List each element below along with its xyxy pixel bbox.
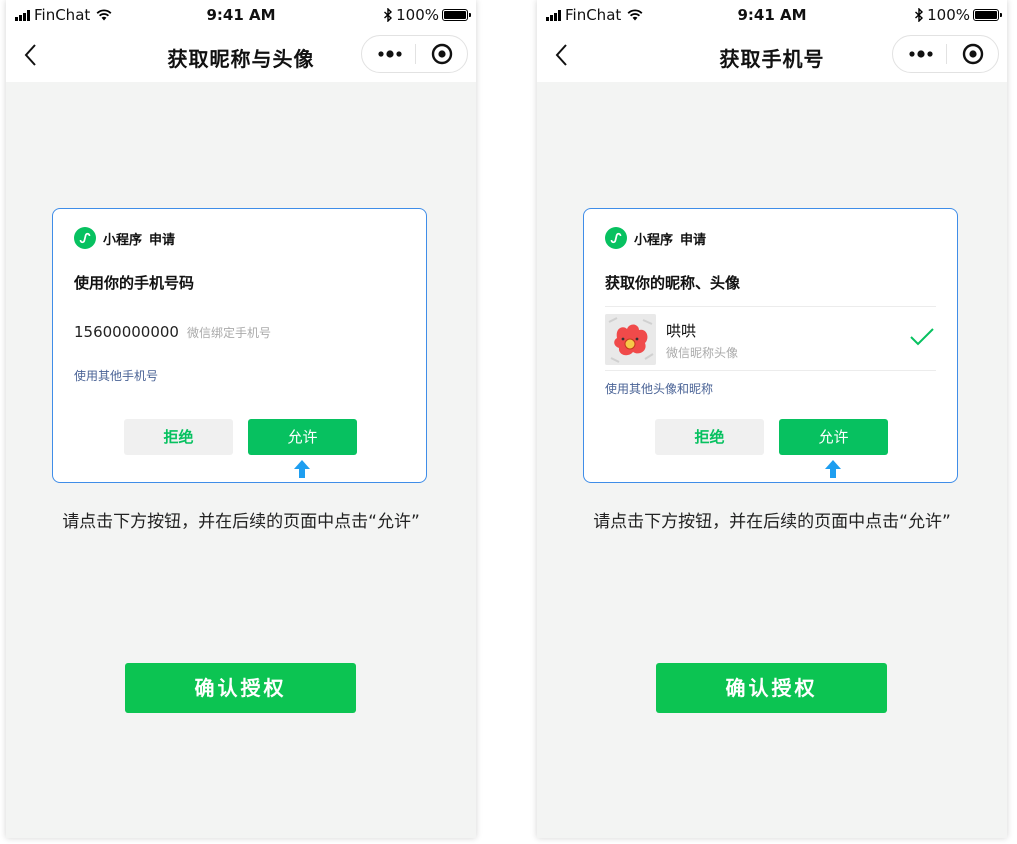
bluetooth-icon — [384, 8, 393, 22]
status-bar: FinChat 9:41 AM 100% — [537, 0, 1007, 30]
capsule-menu — [361, 35, 468, 73]
arrow-up-icon — [825, 460, 841, 478]
check-icon — [910, 328, 934, 346]
close-miniprogram-icon[interactable] — [962, 43, 984, 65]
authorization-demo-card: 小程序 申请 获取你的昵称、头像 哄哄 微信昵称头像 使用其他头像和昵称 拒绝 … — [583, 208, 958, 483]
authorization-demo-card: 小程序 申请 使用你的手机号码 15600000000 微信绑定手机号 使用其他… — [52, 208, 427, 483]
battery-percent: 100% — [927, 6, 970, 24]
avatar-image — [605, 314, 656, 365]
battery-icon — [973, 9, 1002, 21]
nickname-hint: 微信昵称头像 — [666, 346, 739, 360]
divider — [605, 306, 936, 307]
capsule-menu — [892, 35, 999, 73]
more-icon[interactable] — [377, 48, 403, 60]
bluetooth-icon — [915, 8, 924, 22]
instruction-text: 请点击下方按钮，并在后续的页面中点击“允许” — [62, 512, 420, 532]
card-title: 使用你的手机号码 — [74, 274, 195, 292]
card-title: 获取你的昵称、头像 — [605, 274, 741, 292]
phone-screen-phone-number: FinChat 9:41 AM 100% 获取手机号 小程序 申请 获取你的昵称… — [537, 0, 1007, 838]
capsule-divider — [415, 44, 416, 64]
miniprogram-logo-icon — [605, 227, 627, 249]
apply-label: 申请 — [680, 232, 707, 248]
apply-label: 申请 — [149, 232, 176, 248]
avatar — [605, 314, 656, 365]
allow-button[interactable]: 允许 — [779, 419, 888, 455]
status-bar: FinChat 9:41 AM 100% — [6, 0, 476, 30]
phone-hint: 微信绑定手机号 — [186, 326, 271, 340]
miniprogram-name: 小程序 — [634, 232, 674, 248]
nickname: 哄哄 — [666, 322, 697, 340]
miniprogram-name: 小程序 — [103, 232, 143, 248]
capsule-divider — [946, 44, 947, 64]
battery-percent: 100% — [396, 6, 439, 24]
instruction-text: 请点击下方按钮，并在后续的页面中点击“允许” — [593, 512, 951, 532]
confirm-authorization-button[interactable]: 确认授权 — [125, 663, 356, 713]
confirm-authorization-button[interactable]: 确认授权 — [656, 663, 887, 713]
arrow-up-icon — [294, 460, 310, 478]
navigation-bar: 获取手机号 — [537, 30, 1007, 82]
battery-icon — [442, 9, 471, 21]
divider — [605, 370, 936, 371]
reject-button[interactable]: 拒绝 — [124, 419, 233, 455]
phone-number[interactable]: 15600000000 — [74, 323, 179, 341]
close-miniprogram-icon[interactable] — [431, 43, 453, 65]
more-icon[interactable] — [908, 48, 934, 60]
reject-button[interactable]: 拒绝 — [655, 419, 764, 455]
allow-button[interactable]: 允许 — [248, 419, 357, 455]
phone-screen-nickname-avatar: FinChat 9:41 AM 100% 获取昵称与头像 小程序 申请 使用你的… — [6, 0, 476, 838]
miniprogram-logo-icon — [74, 227, 96, 249]
use-other-phone-link[interactable]: 使用其他手机号 — [74, 367, 158, 384]
use-other-avatar-link[interactable]: 使用其他头像和昵称 — [605, 380, 713, 397]
navigation-bar: 获取昵称与头像 — [6, 30, 476, 82]
